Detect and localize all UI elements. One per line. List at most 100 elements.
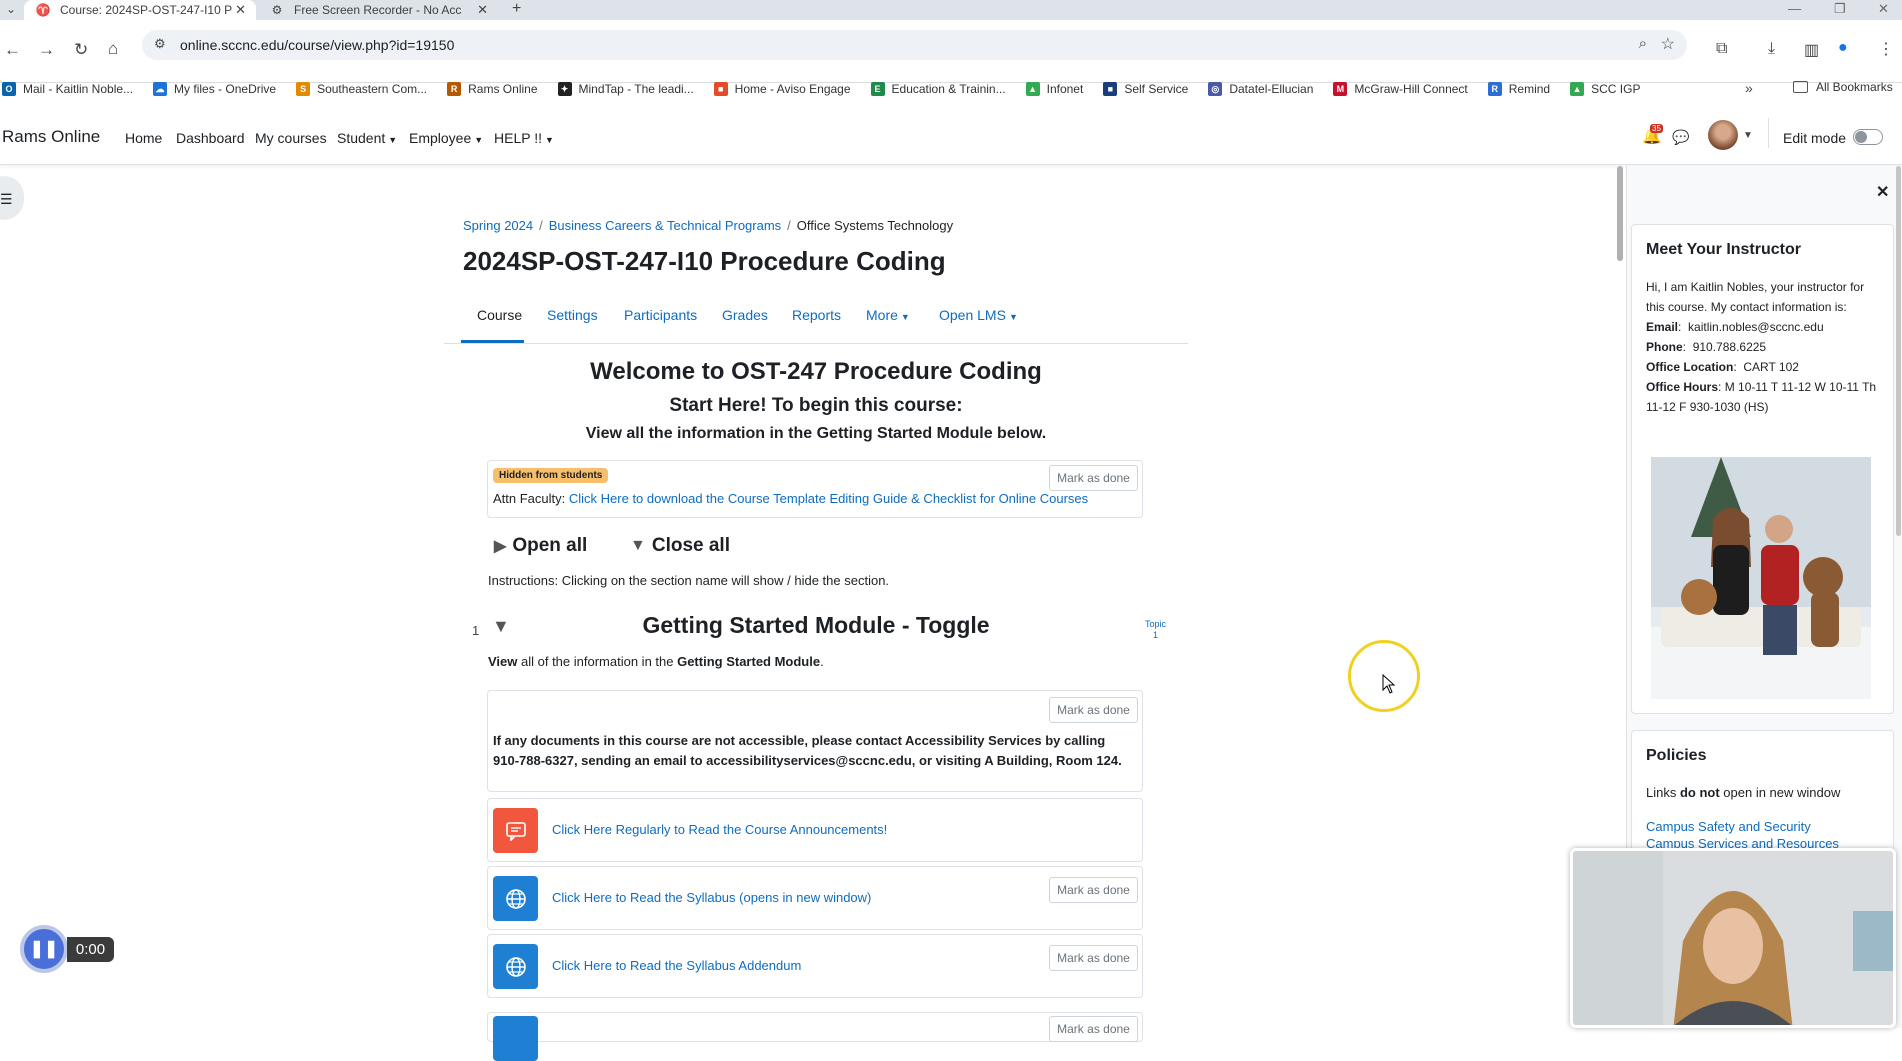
hidden-from-students-badge: Hidden from students (493, 468, 609, 483)
activity-syllabus: Click Here to Read the Syllabus (opens i… (487, 866, 1143, 930)
announcements-link[interactable]: Click Here Regularly to Read the Course … (552, 822, 887, 837)
block-title: Policies (1646, 747, 1707, 764)
browser-tab-recorder[interactable]: ⚙ Free Screen Recorder - No Acc ✕ (258, 0, 498, 20)
accessibility-card: Mark as done If any documents in this co… (487, 690, 1143, 792)
bookmark-label: McGraw-Hill Connect (1354, 82, 1468, 96)
instructor-office-row: Office Location: CART 102 (1646, 360, 1799, 374)
bookmark-item[interactable]: M McGraw-Hill Connect (1333, 82, 1468, 96)
breadcrumb-link-semester[interactable]: Spring 2024 (463, 218, 533, 233)
close-all-button[interactable]: ▼ Close all (630, 535, 730, 557)
mark-as-done-button[interactable]: Mark as done (1049, 1016, 1138, 1042)
tab-more[interactable]: More ▼ (866, 307, 910, 323)
topic-label: Topic 1 (1145, 619, 1166, 641)
new-tab-icon[interactable]: + (512, 0, 521, 18)
address-bar[interactable]: ⚙ online.sccnc.edu/course/view.php?id=19… (142, 30, 1687, 60)
close-drawer-icon[interactable]: ✕ (1876, 182, 1889, 202)
user-avatar[interactable] (1708, 120, 1738, 150)
side-panel-icon[interactable]: ▥ (1804, 40, 1819, 60)
all-bookmarks[interactable]: All Bookmarks (1793, 80, 1893, 94)
bookmarks-bar: O Mail - Kaitlin Noble... ☁ My files - One… (0, 78, 1902, 100)
course-index-toggle[interactable]: ☰ (0, 176, 24, 220)
more-bookmarks-icon[interactable]: » (1745, 80, 1753, 96)
bookmark-label: My files - OneDrive (174, 82, 277, 96)
bookmark-item[interactable]: ■ Self Service (1103, 82, 1188, 96)
mark-as-done-button[interactable]: Mark as done (1049, 877, 1138, 903)
message-drawer-icon[interactable]: 💬 (1672, 129, 1689, 146)
template-guide-link[interactable]: Click Here to download the Course Templa… (569, 491, 1088, 506)
zoom-icon[interactable]: ⌕ (1639, 35, 1647, 52)
mark-as-done-button[interactable]: Mark as done (1049, 945, 1138, 971)
back-icon[interactable]: ← (4, 40, 21, 60)
bookmark-item[interactable]: ◎ Datatel-Ellucian (1208, 82, 1313, 96)
url-text[interactable]: online.sccnc.edu/course/view.php?id=1915… (180, 37, 454, 53)
outlook-icon: O (2, 82, 16, 96)
bookmark-label: Mail - Kaitlin Noble... (23, 82, 134, 96)
close-tab-icon[interactable]: ✕ (235, 2, 246, 18)
restore-icon[interactable]: ❐ (1834, 0, 1846, 18)
extensions-icon[interactable]: ⧉ (1716, 40, 1727, 58)
info-label: Phone (1646, 340, 1683, 354)
faculty-note-prefix: Attn Faculty: (493, 491, 569, 506)
bookmark-item[interactable]: ■ Home - Aviso Engage (713, 82, 851, 96)
reload-icon[interactable]: ↻ (74, 40, 88, 60)
home-icon[interactable]: ⌂ (108, 39, 118, 59)
site-brand[interactable]: Rams Online (2, 127, 100, 147)
nav-help[interactable]: HELP !! ▼ (494, 130, 554, 146)
breadcrumb-link-division[interactable]: Business Careers & Technical Programs (549, 218, 781, 233)
browser-menu-icon[interactable]: ⋮ (1878, 39, 1894, 59)
tab-open-lms[interactable]: Open LMS ▼ (939, 307, 1018, 323)
drive-icon: ▲ (1570, 82, 1585, 96)
active-tab-indicator (461, 340, 524, 343)
download-icon[interactable]: ⤓ (1768, 40, 1775, 58)
bookmark-item[interactable]: ▲ Infonet (1025, 82, 1083, 96)
tab-settings[interactable]: Settings (547, 307, 598, 323)
site-info-icon[interactable]: ⚙ (154, 36, 166, 52)
instructor-hours-row: Office Hours: M 10-11 T 11-12 W 10-11 Th… (1646, 380, 1877, 414)
campus-safety-link[interactable]: Campus Safety and Security (1646, 819, 1811, 834)
close-tab-icon[interactable]: ✕ (477, 2, 488, 18)
forward-icon[interactable]: → (38, 40, 55, 60)
tab-grades[interactable]: Grades (722, 307, 768, 323)
bookmark-item[interactable]: R Remind (1487, 82, 1550, 96)
mark-as-done-button[interactable]: Mark as done (1049, 697, 1138, 723)
instructor-email: kaitlin.nobles@sccnc.edu (1688, 320, 1824, 334)
syllabus-link[interactable]: Click Here to Read the Syllabus (opens i… (552, 890, 871, 905)
nav-home[interactable]: Home (125, 130, 162, 146)
chevron-down-icon: ▼ (545, 135, 554, 145)
bookmark-item[interactable]: ✦ MindTap - The leadi... (557, 82, 694, 96)
breadcrumb-separator: / (539, 218, 543, 233)
tab-participants[interactable]: Participants (624, 307, 697, 323)
nav-student[interactable]: Student ▼ (337, 130, 397, 146)
open-all-button[interactable]: ▶ Open all (494, 535, 587, 557)
mark-as-done-button[interactable]: Mark as done (1049, 465, 1138, 491)
browser-tab-course[interactable]: ♈ Course: 2024SP-OST-247-I10 P ✕ (24, 0, 256, 20)
info-label: Office Location (1646, 360, 1734, 374)
profile-icon[interactable]: ● (1838, 39, 1848, 57)
bookmark-item[interactable]: ☁ My files - OneDrive (153, 82, 276, 96)
bookmark-item[interactable]: ▲ SCC IGP (1570, 82, 1640, 96)
drawer-scrollbar[interactable] (1896, 166, 1901, 536)
tab-title: Free Screen Recorder - No Acc (294, 3, 462, 17)
close-window-icon[interactable]: ✕ (1878, 0, 1889, 18)
nav-employee[interactable]: Employee ▼ (409, 130, 483, 146)
section-title[interactable]: Getting Started Module - Toggle (444, 612, 1188, 639)
tab-reports[interactable]: Reports (792, 307, 841, 323)
nav-label: HELP !! (494, 130, 542, 146)
bookmark-item[interactable]: S Southeastern Com... (296, 82, 427, 96)
syllabus-addendum-link[interactable]: Click Here to Read the Syllabus Addendum (552, 958, 801, 973)
chevron-down-icon[interactable]: ▼ (1743, 130, 1753, 141)
bookmark-item[interactable]: R Rams Online (447, 82, 538, 96)
recorder-timer: 0:00 (67, 937, 114, 962)
tab-search-chevron-icon[interactable]: ⌄ (6, 0, 16, 18)
bookmark-star-icon[interactable]: ☆ (1661, 34, 1675, 54)
bookmark-item[interactable]: E Education & Trainin... (870, 82, 1006, 96)
recorder-pause-button[interactable]: ❚❚ (20, 925, 68, 973)
nav-dashboard[interactable]: Dashboard (176, 130, 245, 146)
edit-mode-toggle[interactable] (1853, 129, 1883, 145)
note-text: Links (1646, 785, 1680, 800)
minimize-icon[interactable]: — (1788, 0, 1801, 18)
main-scrollbar[interactable] (1617, 166, 1623, 261)
bookmark-item[interactable]: O Mail - Kaitlin Noble... (2, 82, 133, 96)
tab-course[interactable]: Course (477, 307, 522, 323)
nav-my-courses[interactable]: My courses (255, 130, 327, 146)
